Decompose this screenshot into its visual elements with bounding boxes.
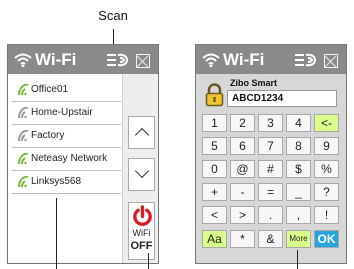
scroll-up-button[interactable] (128, 116, 155, 149)
wifi-signal-icon (18, 84, 29, 96)
key-6[interactable]: 6 (230, 137, 255, 155)
key-exclamation[interactable]: ! (314, 206, 339, 224)
title-bar: Wi-Fi (8, 45, 158, 74)
key-asterisk[interactable]: * (230, 230, 255, 248)
network-label: Office01 (31, 84, 69, 95)
window-title: Wi-Fi (223, 50, 265, 69)
key-less-than[interactable]: < (202, 206, 227, 224)
key-period[interactable]: . (258, 206, 283, 224)
scan-icon[interactable] (106, 52, 128, 68)
scan-callout-label: Scan (98, 8, 128, 23)
key-underscore[interactable]: _ (286, 183, 311, 201)
key-9[interactable]: 9 (314, 137, 339, 155)
key-greater-than[interactable]: > (230, 206, 255, 224)
key-equals[interactable]: = (258, 183, 283, 201)
backspace-key[interactable]: <- (314, 114, 339, 132)
key-0[interactable]: 0 (202, 160, 227, 178)
network-item-neteasy-network[interactable]: Neteasy Network (12, 148, 121, 171)
network-list: Office01 Home-Upstair Factory Neteasy Ne… (8, 74, 122, 263)
chevron-up-icon (134, 127, 150, 143)
key-at[interactable]: @ (230, 160, 255, 178)
scroll-down-button[interactable] (128, 158, 155, 191)
network-label: Neteasy Network (31, 153, 108, 164)
wifi-signal-icon (18, 153, 29, 165)
key-8[interactable]: 8 (286, 137, 311, 155)
network-label: Home-Upstair (31, 107, 93, 118)
network-item-office01[interactable]: Office01 (12, 79, 121, 102)
title-bar: Wi-Fi (196, 45, 346, 74)
key-3[interactable]: 3 (258, 114, 283, 132)
key-comma[interactable]: , (286, 206, 311, 224)
window-title: Wi-Fi (35, 50, 77, 69)
network-list-leader-line (56, 198, 57, 269)
key-4[interactable]: 4 (286, 114, 311, 132)
wifi-toggle-leader-line (148, 253, 149, 269)
key-minus[interactable]: - (230, 183, 255, 201)
wifi-toggle-name: WiFi (132, 228, 151, 238)
key-dollar[interactable]: $ (286, 160, 311, 178)
key-7[interactable]: 7 (258, 137, 283, 155)
key-question[interactable]: ? (314, 183, 339, 201)
wifi-signal-icon (18, 130, 29, 142)
wifi-list-panel: Wi-Fi Office01 Home-Upstair Factory Nete… (7, 44, 159, 264)
wifi-icon (14, 53, 32, 67)
lock-icon (205, 83, 224, 107)
wifi-signal-icon (18, 107, 29, 119)
wifi-power-toggle[interactable]: WiFi OFF (128, 202, 155, 260)
key-ampersand[interactable]: & (258, 230, 283, 248)
keyboard-leader-line (297, 250, 298, 269)
wifi-toggle-state: OFF (130, 240, 153, 252)
wifi-controls: WiFi OFF (122, 74, 158, 263)
ok-button[interactable]: OK (314, 230, 339, 248)
key-plus[interactable]: + (202, 183, 227, 201)
network-label: Linksys568 (31, 176, 82, 187)
network-name: Zibo Smart (230, 78, 278, 88)
power-icon (133, 205, 152, 226)
key-percent[interactable]: % (314, 160, 339, 178)
wifi-screenshot: Scan Wi-Fi Office01 Home-Upstair Factory… (0, 0, 354, 269)
more-symbols-key[interactable]: More (286, 230, 311, 248)
wifi-icon (202, 53, 220, 67)
password-entry-panel: Wi-Fi Zibo Smart ABCD1234 1 2 3 4 <- 5 6 (195, 44, 347, 264)
key-1[interactable]: 1 (202, 114, 227, 132)
key-hash[interactable]: # (258, 160, 283, 178)
network-label: Factory (31, 130, 65, 141)
network-item-home-upstair[interactable]: Home-Upstair (12, 102, 121, 125)
key-5[interactable]: 5 (202, 137, 227, 155)
chevron-down-icon (134, 163, 150, 179)
on-screen-keyboard: Zibo Smart ABCD1234 1 2 3 4 <- 5 6 7 8 9… (196, 74, 346, 263)
password-input[interactable]: ABCD1234 (227, 90, 337, 107)
close-icon[interactable] (324, 54, 338, 68)
scan-icon[interactable] (294, 52, 316, 68)
wifi-signal-icon (18, 176, 29, 188)
case-toggle-key[interactable]: Aa (202, 230, 227, 248)
network-item-linksys568[interactable]: Linksys568 (12, 171, 121, 194)
close-icon[interactable] (136, 54, 150, 68)
network-item-factory[interactable]: Factory (12, 125, 121, 148)
key-2[interactable]: 2 (230, 114, 255, 132)
